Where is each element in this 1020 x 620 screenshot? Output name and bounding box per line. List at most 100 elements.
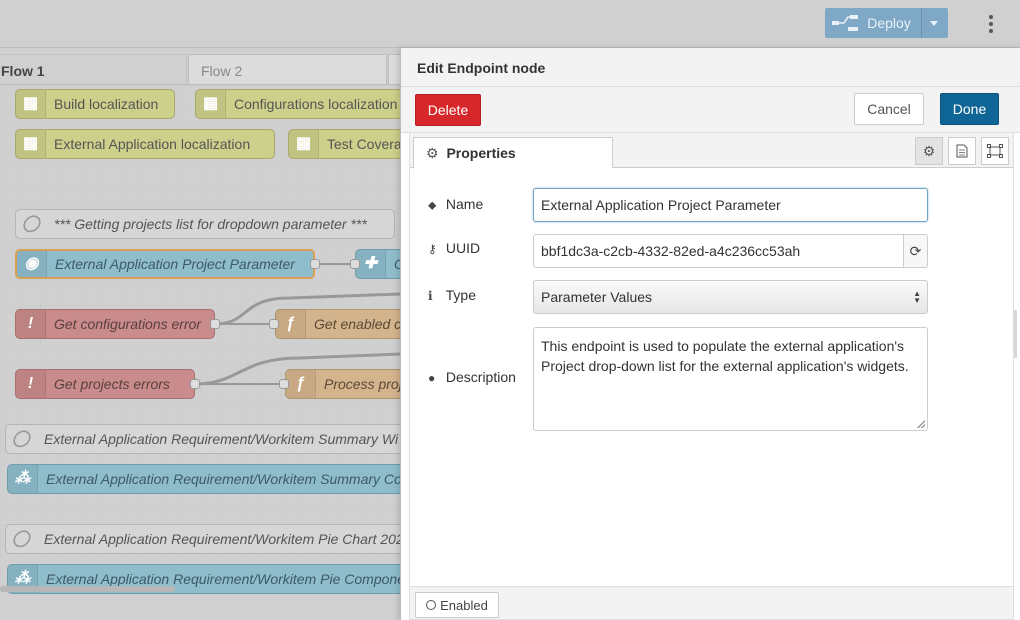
map-icon: ▦ [16,90,46,118]
select-arrows-icon: ▲ ▼ [913,289,921,305]
node-get-enabled[interactable]: ƒ Get enabled c [275,309,400,339]
node-label: External Application localization [54,136,251,152]
node-label: External Application Project Parameter [55,256,295,272]
function-icon: ƒ [286,370,316,398]
node-appearance-icon [987,144,1003,158]
type-select[interactable]: Parameter Values ▲ ▼ [533,280,928,314]
name-label-text: Name [445,196,484,212]
tray-toolbar: Delete Cancel Done [401,87,1020,133]
tab-label: Properties [446,145,516,161]
flow-workspace: Flow 1 Flow 2 ▦ Build localization ▦ Con… [0,48,400,620]
tray-resize-grip[interactable] [1014,310,1017,358]
function-icon: ƒ [276,310,306,338]
document-icon [956,144,968,158]
output-port[interactable] [190,379,200,389]
node-label: Get projects errors [54,376,170,392]
node-label: Get enabled c [314,316,400,332]
node-external-application-localization[interactable]: ▦ External Application localization [15,129,275,159]
comment-node-summary[interactable]: ◯ External Application Requirement/Worki… [5,424,400,454]
uuid-label: ⚷ UUID [428,240,480,256]
description-label: ● Description [428,369,516,385]
main-menu-button[interactable] [978,12,1004,36]
menu-dot-icon [989,29,993,33]
tab-appearance[interactable] [981,137,1009,165]
node-configurations-localization[interactable]: ▦ Configurations localization [195,89,400,119]
input-port[interactable] [279,379,289,389]
map-icon: ▦ [196,90,226,118]
done-button[interactable]: Done [940,93,999,125]
tray-title: Edit Endpoint node [401,48,1020,87]
enabled-toggle[interactable]: Enabled [415,592,499,618]
comment-icon: ● [428,371,436,385]
node-label: Configurations localization [234,96,398,112]
node-label: External Application Requirement/Workite… [44,531,400,547]
delete-button[interactable]: Delete [415,94,481,126]
type-label: i Type [428,287,476,303]
circle-icon [426,600,437,610]
resize-handle-icon[interactable] [917,420,925,428]
input-port[interactable] [269,319,279,329]
deploy-dropdown-caret-icon[interactable] [922,8,948,38]
node-label: External Application Requirement/Workite… [46,471,400,487]
node-label: External Application Requirement/Workite… [44,431,399,447]
node-label: Get configurations error [54,316,202,332]
type-label-text: Type [445,287,476,303]
description-value: This endpoint is used to populate the ex… [541,338,909,374]
comment-icon: ◯ [22,215,40,232]
type-select-value: Parameter Values [541,289,653,305]
node-process-projects[interactable]: ƒ Process proj [285,369,400,399]
info-icon: i [428,289,433,303]
gear-icon: ⚙ [922,142,936,159]
uuid-field[interactable]: bbf1dc3a-c2cb-4332-82ed-a4c236cc53ah ⟳ [533,234,928,268]
comment-icon: ◯ [12,530,30,547]
node-label: G [386,250,400,278]
editor-tabs: ⚙ Properties ⚙ [410,133,1013,169]
edit-node-tray: Edit Endpoint node Delete Cancel Done ⚙ … [400,48,1020,620]
node-label: *** Getting projects list for dropdown p… [54,216,367,232]
uuid-value: bbf1dc3a-c2cb-4332-82ed-a4c236cc53ah [541,243,801,259]
node-build-localization[interactable]: ▦ Build localization [15,89,175,119]
node-get-projects-errors[interactable]: ! Get projects errors [15,369,195,399]
node-get-configurations-error[interactable]: ! Get configurations error [15,309,215,339]
alert-icon: ! [16,310,46,338]
output-port[interactable] [210,319,220,329]
menu-dot-icon [989,22,993,26]
name-field[interactable]: External Application Project Parameter [533,188,928,222]
description-textarea[interactable]: This endpoint is used to populate the ex… [533,327,928,431]
deploy-label: Deploy [867,15,911,31]
cancel-button[interactable]: Cancel [854,93,924,125]
map-icon: ▦ [16,130,46,158]
node-summary-component[interactable]: ⁂ External Application Requirement/Worki… [7,464,400,494]
component-icon: ⁂ [8,465,38,493]
input-port[interactable] [350,259,360,269]
tab-description[interactable] [948,137,976,165]
comment-icon: ◯ [12,430,30,447]
node-label: Process proj [324,376,400,392]
refresh-icon[interactable]: ⟳ [903,235,927,267]
node-label: Test Covera [327,136,400,152]
node-endpoint-selected[interactable]: ◉ External Application Project Parameter [15,249,315,279]
globe-icon: ◉ [17,251,47,277]
node-test-coverage[interactable]: ▦ Test Covera [288,129,400,159]
menu-dot-icon [989,15,993,19]
output-port[interactable] [310,259,320,269]
workspace-horizontal-scrollbar[interactable] [0,586,175,592]
uuid-label-text: UUID [445,240,481,256]
comment-node-getting-projects[interactable]: ◯ *** Getting projects list for dropdown… [15,209,395,239]
puzzle-icon: ✚ [356,250,386,278]
key-icon: ⚷ [428,242,437,256]
alert-icon: ! [16,370,46,398]
gear-icon: ⚙ [426,145,439,161]
name-label: ⬥ Name [428,196,483,213]
tab-properties[interactable]: ⚙ Properties [413,137,613,169]
node-blue-partial[interactable]: ✚ G [355,249,400,279]
deploy-button[interactable]: Deploy [825,8,948,38]
comment-node-pie-chart[interactable]: ◯ External Application Requirement/Worki… [5,524,400,554]
description-label-text: Description [445,369,516,385]
tray-footer: Enabled [409,586,1014,620]
tab-node-settings[interactable]: ⚙ [915,137,943,165]
map-icon: ▦ [289,130,319,158]
node-label: Build localization [54,96,159,112]
tray-body: ⚙ Properties ⚙ ⬥ Name External Applicati… [409,133,1014,586]
tag-icon: ⬥ [428,198,437,212]
